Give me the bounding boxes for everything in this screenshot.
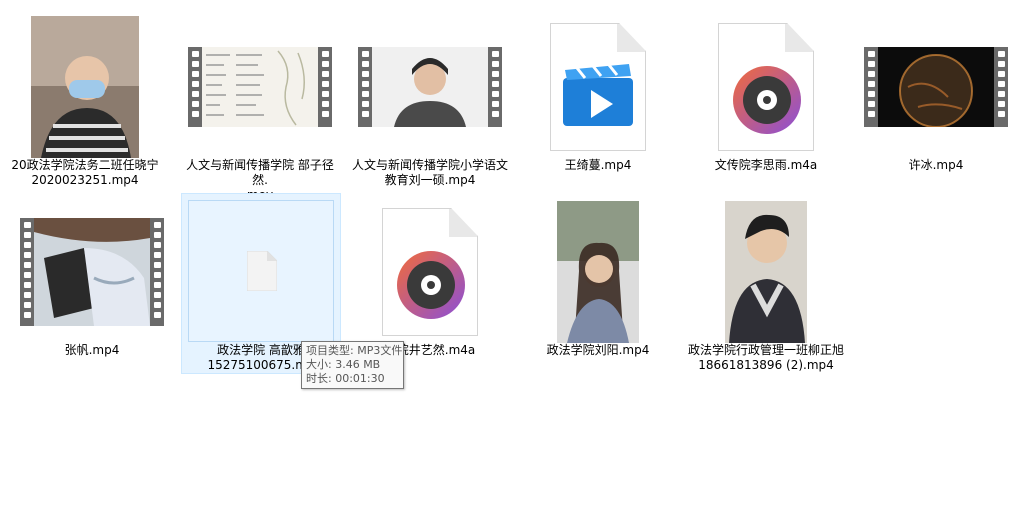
file-name: 张帆.mp4 bbox=[64, 343, 120, 357]
file-item-1[interactable]: 20政法学院法务二班任晓宁 2020023251.mp4 bbox=[5, 5, 165, 187]
file-item-3[interactable]: 人文与新闻传播学院小学语文 教育刘一硕.mp4 bbox=[350, 5, 510, 187]
file-name: 20政法学院法务二班任晓宁 2020023251.mp4 bbox=[11, 158, 159, 187]
file-item-7[interactable]: 张帆.mp4 bbox=[12, 190, 172, 370]
film-strip-icon bbox=[864, 47, 1008, 127]
video-thumbnail bbox=[518, 198, 678, 346]
file-name: 王绮蔓.mp4 bbox=[564, 158, 632, 172]
file-name: 文传院李思雨.m4a bbox=[714, 158, 818, 172]
generic-file-icon bbox=[247, 251, 277, 291]
file-item-5[interactable]: 文传院李思雨.m4a bbox=[686, 5, 846, 185]
film-strip-icon bbox=[188, 47, 332, 127]
file-item-10[interactable]: 政法学院刘阳.mp4 bbox=[518, 190, 678, 370]
film-strip-icon bbox=[358, 47, 502, 127]
video-player-icon bbox=[563, 64, 633, 126]
media-file-icon bbox=[686, 13, 846, 161]
media-player-icon bbox=[397, 251, 465, 319]
video-thumbnail bbox=[686, 198, 846, 346]
file-info-tooltip: 项目类型: MP3文件 大小: 3.46 MB 时长: 00:01:30 bbox=[301, 341, 404, 389]
media-file-icon bbox=[350, 198, 510, 346]
portrait-video-thumbnail-icon bbox=[557, 201, 639, 343]
file-name: 政法学院行政管理一班柳正旭 18661813896 (2).mp4 bbox=[687, 343, 844, 372]
video-thumbnail bbox=[180, 13, 340, 161]
video-thumbnail bbox=[12, 198, 172, 346]
video-thumbnail bbox=[5, 13, 165, 161]
tooltip-size: 大小: 3.46 MB bbox=[306, 358, 381, 371]
file-item-6[interactable]: 许冰.mp4 bbox=[856, 5, 1016, 185]
tooltip-duration: 时长: 00:01:30 bbox=[306, 372, 385, 385]
tooltip-type: 项目类型: MP3文件 bbox=[306, 344, 403, 357]
media-player-icon bbox=[733, 66, 801, 134]
thumbnail-placeholder bbox=[188, 200, 334, 342]
video-file-icon bbox=[518, 13, 678, 161]
portrait-video-thumbnail-icon bbox=[725, 201, 807, 343]
film-strip-icon bbox=[20, 218, 164, 326]
file-item-11[interactable]: 政法学院行政管理一班柳正旭 18661813896 (2).mp4 bbox=[686, 190, 846, 372]
file-item-2[interactable]: 人文与新闻传播学院 部子径然. mov bbox=[180, 5, 340, 202]
video-thumbnail bbox=[856, 13, 1016, 161]
file-name: 许冰.mp4 bbox=[908, 158, 964, 172]
file-name: 人文与新闻传播学院小学语文 教育刘一硕.mp4 bbox=[351, 158, 508, 187]
file-item-4[interactable]: 王绮蔓.mp4 bbox=[518, 5, 678, 185]
video-thumbnail bbox=[350, 13, 510, 161]
portrait-video-thumbnail-icon bbox=[31, 16, 139, 158]
file-name: 政法学院刘阳.mp4 bbox=[546, 343, 650, 357]
